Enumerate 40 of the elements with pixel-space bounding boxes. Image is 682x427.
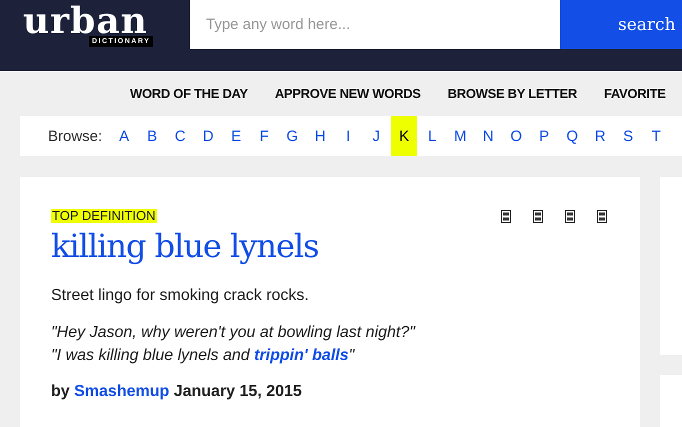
browse-label: Browse: — [48, 128, 102, 144]
letter-link[interactable]: D — [194, 116, 222, 156]
letter-link[interactable]: B — [138, 116, 166, 156]
letter-link[interactable]: T — [642, 116, 670, 156]
author-link[interactable]: Smashemup — [74, 383, 170, 400]
letter-link[interactable]: A — [110, 116, 138, 156]
example-line: "I was killing blue lynels and trippin' balls" — [51, 346, 356, 366]
letter-link[interactable]: O — [502, 116, 530, 156]
definition-word[interactable]: killing blue lynels — [51, 227, 609, 265]
letter-link[interactable]: K — [391, 116, 418, 156]
search-field[interactable]: Type any word here... — [190, 0, 560, 49]
letter-link[interactable]: I — [334, 116, 362, 156]
nav-link[interactable]: BROWSE BY LETTER — [448, 86, 577, 101]
letter-link[interactable]: M — [446, 116, 474, 156]
nav-link[interactable]: WORD OF THE DAY — [130, 86, 248, 101]
letter-link[interactable]: F — [250, 116, 278, 156]
letter-link[interactable]: L — [418, 116, 446, 156]
letter-link[interactable]: R — [586, 116, 614, 156]
top-definition-badge: TOP DEFINITION — [51, 209, 157, 223]
missing-glyph-icon[interactable] — [565, 210, 575, 222]
letter-link[interactable]: P — [530, 116, 558, 156]
letter-link[interactable]: C — [166, 116, 194, 156]
missing-glyph-icon[interactable] — [533, 210, 543, 222]
logo-wordmark: urban — [23, 3, 148, 39]
definition-meaning: Street lingo for smoking crack rocks. — [51, 287, 310, 305]
letter-link[interactable]: Q — [558, 116, 586, 156]
letter-link[interactable]: H — [306, 116, 334, 156]
author-byline: by Smashemup January 15, 2015 — [51, 383, 303, 401]
letter-link[interactable]: E — [222, 116, 250, 156]
nav-link[interactable]: FAVORITE — [604, 86, 666, 101]
missing-glyph-icon[interactable] — [597, 210, 607, 222]
example-line: "Hey Jason, why weren't you at bowling last night?" — [51, 323, 416, 343]
example-link[interactable]: trippin' balls — [254, 347, 349, 364]
search-button[interactable]: search — [560, 0, 682, 49]
letter-link[interactable]: N — [474, 116, 502, 156]
nav-link[interactable]: APPROVE NEW WORDS — [274, 86, 421, 101]
missing-glyph-icon[interactable] — [501, 210, 511, 222]
letter-link[interactable]: G — [278, 116, 306, 156]
letter-link[interactable]: J — [362, 116, 390, 156]
letter-link[interactable]: S — [614, 116, 642, 156]
